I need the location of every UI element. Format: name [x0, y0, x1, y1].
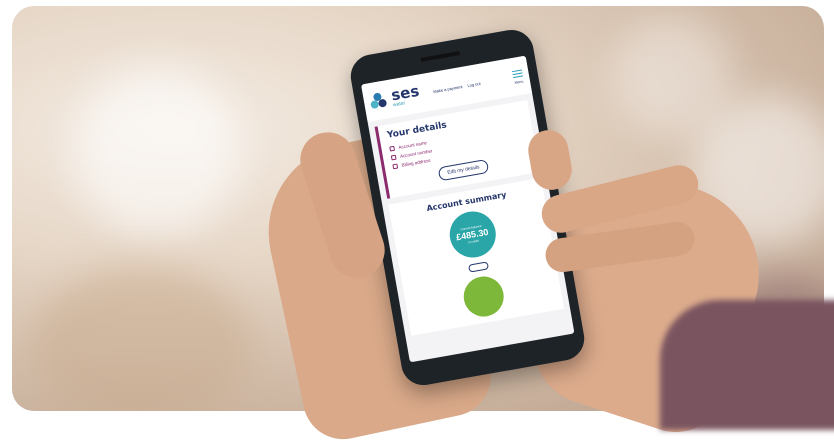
document-icon [390, 154, 397, 161]
phone-speaker [420, 50, 461, 62]
bokeh-blur [32, 266, 252, 411]
sleeve [660, 300, 834, 430]
header-nav: Make a payment Log out [433, 80, 481, 93]
hamburger-icon [511, 68, 524, 80]
account-summary-card: Account summary Current balance £485.30 … [388, 177, 565, 336]
bokeh-light [612, 16, 732, 136]
logo[interactable]: ses water [390, 82, 421, 109]
home-icon [392, 163, 399, 170]
edit-details-button[interactable]: Edit my details [437, 158, 490, 182]
menu-button[interactable]: Menu [511, 68, 525, 85]
usage-circle [460, 273, 507, 320]
detail-label: Account name [398, 140, 428, 151]
nav-link-logout[interactable]: Log out [467, 80, 481, 87]
menu-label: Menu [514, 79, 524, 85]
bokeh-light [72, 66, 242, 236]
balance-status: in credit [467, 238, 480, 245]
balance-action-button[interactable] [467, 261, 489, 273]
user-icon [389, 145, 396, 152]
logo-icon [369, 92, 388, 111]
nav-link-payment[interactable]: Make a payment [433, 84, 463, 94]
detail-label: Billing address [401, 157, 431, 168]
balance-circle: Current balance £485.30 in credit [445, 207, 499, 262]
